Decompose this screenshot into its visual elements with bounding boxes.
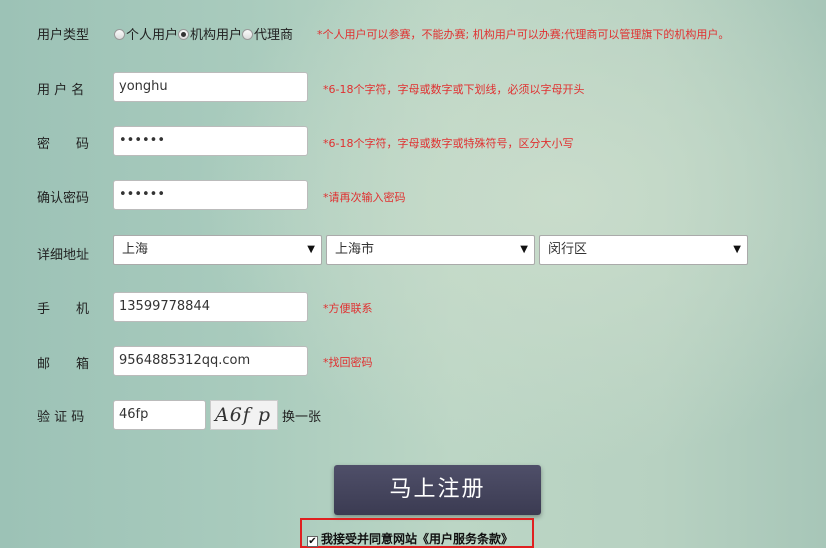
district-value: 闵行区 [548, 242, 588, 257]
radio-organization-label: 机构用户 [190, 28, 243, 43]
radio-checked-icon[interactable] [178, 29, 190, 40]
register-button[interactable]: 马上注册 [334, 465, 541, 515]
province-value: 上海 [122, 242, 149, 257]
confirm-password-hint: *请再次输入密码 [323, 191, 406, 204]
password-hint: *6-18个字符，字母或数字或特殊符号，区分大小写 [323, 137, 574, 150]
city-select[interactable]: 上海市 ▼ [326, 235, 535, 265]
radio-individual-label: 个人用户 [126, 28, 179, 43]
dropdown-arrow-icon: ▼ [307, 244, 315, 255]
refresh-captcha-link[interactable]: 换一张 [282, 406, 321, 425]
phone-hint: *方便联系 [323, 302, 373, 315]
district-select[interactable]: 闵行区 ▼ [539, 235, 748, 265]
dropdown-arrow-icon: ▼ [520, 244, 528, 255]
phone-label: 手 机 [37, 302, 90, 317]
radio-icon[interactable] [242, 29, 254, 40]
captcha-label: 验 证 码 [37, 410, 85, 425]
radio-icon[interactable] [114, 29, 125, 40]
captcha-input[interactable]: 46fp [113, 400, 206, 430]
user-type-label: 用户类型 [37, 28, 90, 43]
province-select[interactable]: 上海 ▼ [113, 235, 322, 265]
radio-agent[interactable]: 代理商 [242, 28, 293, 43]
confirm-password-input[interactable]: •••••• [113, 180, 308, 210]
address-label: 详细地址 [37, 248, 90, 263]
agreement[interactable]: ✔ 我接受并同意网站《用户服务条款》 [307, 530, 513, 547]
username-hint: *6-18个字符，字母或数字或下划线，必须以字母开头 [323, 83, 585, 96]
password-label: 密 码 [37, 137, 90, 152]
user-type-radio-group: 个人用户 机构用户 代理商 [114, 24, 293, 43]
user-type-hint: *个人用户可以参赛，不能办赛; 机构用户可以办赛;代理商可以管理旗下的机构用户。 [317, 28, 730, 41]
username-input[interactable]: yonghu [113, 72, 308, 102]
radio-organization[interactable]: 机构用户 [178, 28, 242, 43]
confirm-password-label: 确认密码 [37, 191, 90, 206]
city-value: 上海市 [335, 242, 375, 257]
agreement-text[interactable]: 我接受并同意网站《用户服务条款》 [321, 532, 513, 546]
radio-individual[interactable]: 个人用户 [114, 28, 178, 43]
password-input[interactable]: •••••• [113, 126, 308, 156]
checkbox-checked-icon[interactable]: ✔ [307, 536, 318, 547]
username-label: 用 户 名 [37, 83, 85, 98]
radio-agent-label: 代理商 [254, 28, 294, 43]
email-label: 邮 箱 [37, 357, 90, 372]
email-input[interactable]: 9564885312qq.com [113, 346, 308, 376]
captcha-image[interactable]: A6f p [210, 400, 278, 430]
email-hint: *找回密码 [323, 356, 373, 369]
dropdown-arrow-icon: ▼ [733, 244, 741, 255]
phone-input[interactable]: 13599778844 [113, 292, 308, 322]
